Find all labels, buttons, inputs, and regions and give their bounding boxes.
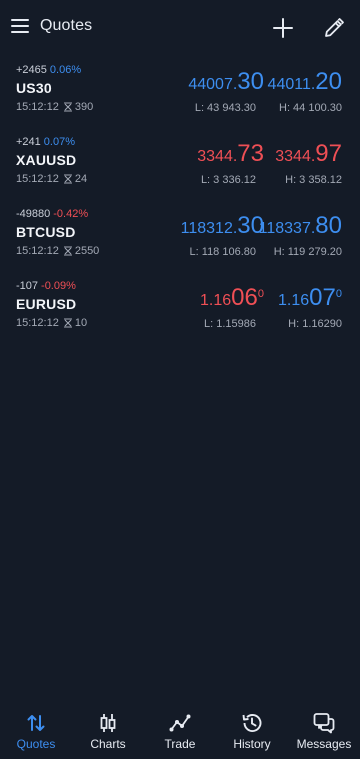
spread-icon [63, 246, 72, 256]
change-points: -107 [16, 280, 39, 292]
symbol-name: US30 [16, 80, 52, 96]
ask-price-big: 97 [315, 140, 342, 167]
daily-change: +241 0.07% [16, 135, 75, 149]
ask-price[interactable]: 118337.80 [259, 213, 342, 243]
history-clock-icon [242, 714, 262, 732]
ask-price[interactable]: 3344.97 [275, 141, 342, 171]
bottom-navigation: Quotes Charts Trade History Messages [0, 703, 360, 759]
spread-icon [63, 174, 72, 184]
quote-time: 15:12:12 [16, 173, 59, 185]
hamburger-menu-icon[interactable] [11, 19, 29, 33]
quote-meta: 15:12:12 390 [16, 100, 93, 114]
trade-line-icon [169, 714, 191, 732]
change-points: -49880 [16, 208, 51, 220]
low-price: L: 1.15986 [204, 318, 256, 330]
nav-tab-trade[interactable]: Trade [144, 703, 216, 759]
symbol-name: BTCUSD [16, 224, 76, 240]
bid-price-big: 30 [237, 68, 264, 95]
low-price: L: 118 106.80 [189, 246, 256, 258]
bid-price-big: 06 [231, 284, 258, 311]
ask-price-big: 20 [315, 68, 342, 95]
change-points: +241 [16, 136, 41, 148]
change-percent: -0.42% [53, 208, 89, 220]
bid-price-prefix: 44007. [188, 76, 238, 93]
nav-tab-history[interactable]: History [216, 703, 288, 759]
quote-row-eurusd[interactable]: -107 -0.09% EURUSD 15:12:12 10 1.16060 1.16070… [0, 279, 360, 351]
nav-label: Charts [90, 737, 126, 751]
bid-price-prefix: 1.16 [200, 292, 232, 309]
quote-meta: 15:12:12 2550 [16, 244, 99, 258]
ask-price-big: 07 [309, 284, 336, 311]
quote-meta: 15:12:12 10 [16, 316, 87, 330]
high-price: H: 3 358.12 [285, 174, 342, 186]
bid-price-big: 73 [237, 140, 264, 167]
high-price: H: 119 279.20 [273, 246, 342, 258]
symbol-name: XAUUSD [16, 152, 77, 168]
bid-price[interactable]: 44007.30 [188, 69, 264, 99]
nav-label: Quotes [16, 737, 56, 751]
quote-meta: 15:12:12 24 [16, 172, 87, 186]
app-root: Quotes +2465 0.06% US30 15:12:12 390 44007.30… [0, 0, 360, 759]
nav-tab-quotes[interactable]: Quotes [0, 703, 72, 759]
nav-tab-messages[interactable]: Messages [288, 703, 360, 759]
quote-row-xauusd[interactable]: +241 0.07% XAUUSD 15:12:12 24 3344.73 3344.97 L… [0, 135, 360, 207]
quote-time: 15:12:12 [16, 245, 59, 257]
ask-price-sup: 0 [335, 288, 342, 300]
spread-value: 390 [74, 101, 94, 113]
high-price: H: 44 100.30 [279, 102, 342, 114]
change-percent: -0.09% [41, 280, 76, 292]
daily-change: +2465 0.06% [16, 63, 81, 77]
ask-price[interactable]: 1.16070 [278, 285, 342, 315]
change-percent: 0.06% [49, 64, 82, 76]
ask-price[interactable]: 44011.20 [268, 69, 342, 99]
quote-row-us30[interactable]: +2465 0.06% US30 15:12:12 390 44007.30 44011.2… [0, 63, 360, 135]
bid-price[interactable]: 118312.30 [181, 213, 264, 243]
nav-label: History [233, 737, 271, 751]
nav-label: Trade [164, 737, 196, 751]
quotes-arrows-icon [27, 715, 45, 731]
bid-price-sup: 0 [257, 288, 264, 300]
ask-price-prefix: 118337. [258, 220, 316, 237]
candlestick-chart-icon [100, 714, 116, 732]
spread-value: 2550 [74, 245, 100, 257]
spread-icon [63, 102, 72, 112]
quote-time: 15:12:12 [16, 101, 59, 113]
spread-icon [63, 318, 72, 328]
ask-price-prefix: 44011. [267, 76, 316, 93]
nav-tab-charts[interactable]: Charts [72, 703, 144, 759]
top-app-bar: Quotes [0, 0, 360, 56]
bid-price-prefix: 118312. [180, 220, 238, 237]
ask-price-prefix: 3344. [275, 148, 316, 165]
add-icon[interactable] [271, 16, 295, 40]
spread-value: 24 [74, 173, 88, 185]
low-price: L: 3 336.12 [200, 174, 256, 186]
change-points: +2465 [16, 64, 47, 76]
quote-time: 15:12:12 [16, 317, 59, 329]
bid-price[interactable]: 3344.73 [197, 141, 264, 171]
messages-icon [313, 713, 335, 734]
change-percent: 0.07% [43, 136, 75, 148]
quote-row-btcusd[interactable]: -49880 -0.42% BTCUSD 15:12:12 2550 118312.30 1… [0, 207, 360, 279]
edit-pencil-icon[interactable] [322, 16, 346, 40]
high-price: H: 1.16290 [288, 318, 342, 330]
bid-price[interactable]: 1.16060 [200, 285, 264, 315]
page-title: Quotes [40, 17, 93, 34]
daily-change: -49880 -0.42% [16, 207, 88, 221]
symbol-name: EURUSD [16, 296, 77, 312]
nav-label: Messages [296, 737, 352, 751]
spread-value: 10 [74, 317, 88, 329]
ask-price-big: 80 [315, 212, 342, 239]
daily-change: -107 -0.09% [16, 279, 76, 293]
low-price: L: 43 943.30 [194, 102, 256, 114]
bid-price-prefix: 3344. [197, 148, 238, 165]
ask-price-prefix: 1.16 [278, 292, 310, 309]
